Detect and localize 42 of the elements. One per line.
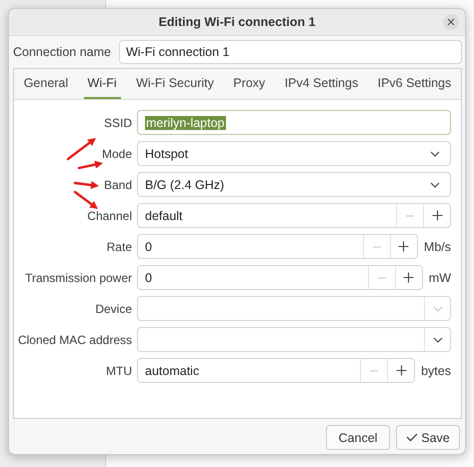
cancel-button[interactable]: Cancel (326, 425, 390, 450)
ssid-field[interactable]: merilyn-laptop (137, 110, 451, 135)
spin-field[interactable]: automatic (137, 358, 416, 383)
field-label: Channel (86, 208, 132, 222)
spin-field[interactable]: 0 (137, 265, 423, 290)
spin-field[interactable]: default (137, 203, 451, 228)
tab[interactable]: Wi-Fi Security (132, 69, 218, 99)
field-label: SSID (102, 116, 132, 130)
field-label: Transmission power (24, 270, 132, 284)
field-label: Cloned MAC address (16, 332, 132, 346)
field-value: merilyn-laptop (145, 116, 226, 130)
plus-icon[interactable] (403, 272, 414, 283)
chevron-down-icon (430, 182, 440, 188)
field-label: MTU (105, 364, 132, 378)
tab[interactable]: IPv6 Settings (374, 69, 456, 99)
connection-name-field[interactable]: Wi-Fi connection 1 (118, 40, 462, 64)
plus-icon[interactable] (396, 365, 407, 376)
dropdown[interactable]: B/G (2.4 GHz) (137, 172, 451, 197)
save-button[interactable]: Save (396, 425, 460, 450)
close-button[interactable] (443, 14, 459, 30)
plus-icon[interactable] (432, 210, 442, 221)
tab[interactable]: General (20, 69, 72, 99)
field-label: Mode (100, 146, 132, 160)
close-icon (447, 18, 455, 26)
field-label: Band (102, 178, 132, 192)
field-label: Connection name (13, 45, 111, 59)
spin-field[interactable]: 0 (137, 234, 418, 259)
dropdown[interactable]: Hotspot (137, 141, 451, 166)
unit-label: Mb/s (424, 240, 451, 254)
field-label: Device (94, 302, 132, 316)
field-label: Rate (106, 240, 132, 254)
checkmark-icon (406, 433, 418, 442)
combo-field[interactable] (137, 296, 451, 321)
chevron-down-icon (430, 150, 440, 156)
unit-label: mW (428, 270, 451, 284)
window-title: Editing Wi-Fi connection 1 (158, 15, 316, 29)
plus-icon[interactable] (398, 241, 410, 252)
unit-label: bytes (421, 364, 451, 378)
tab[interactable]: Proxy (229, 69, 270, 99)
tab[interactable]: Wi-Fi (84, 69, 121, 99)
combo-field[interactable] (137, 327, 451, 352)
tab[interactable]: IPv4 Settings (280, 69, 362, 99)
